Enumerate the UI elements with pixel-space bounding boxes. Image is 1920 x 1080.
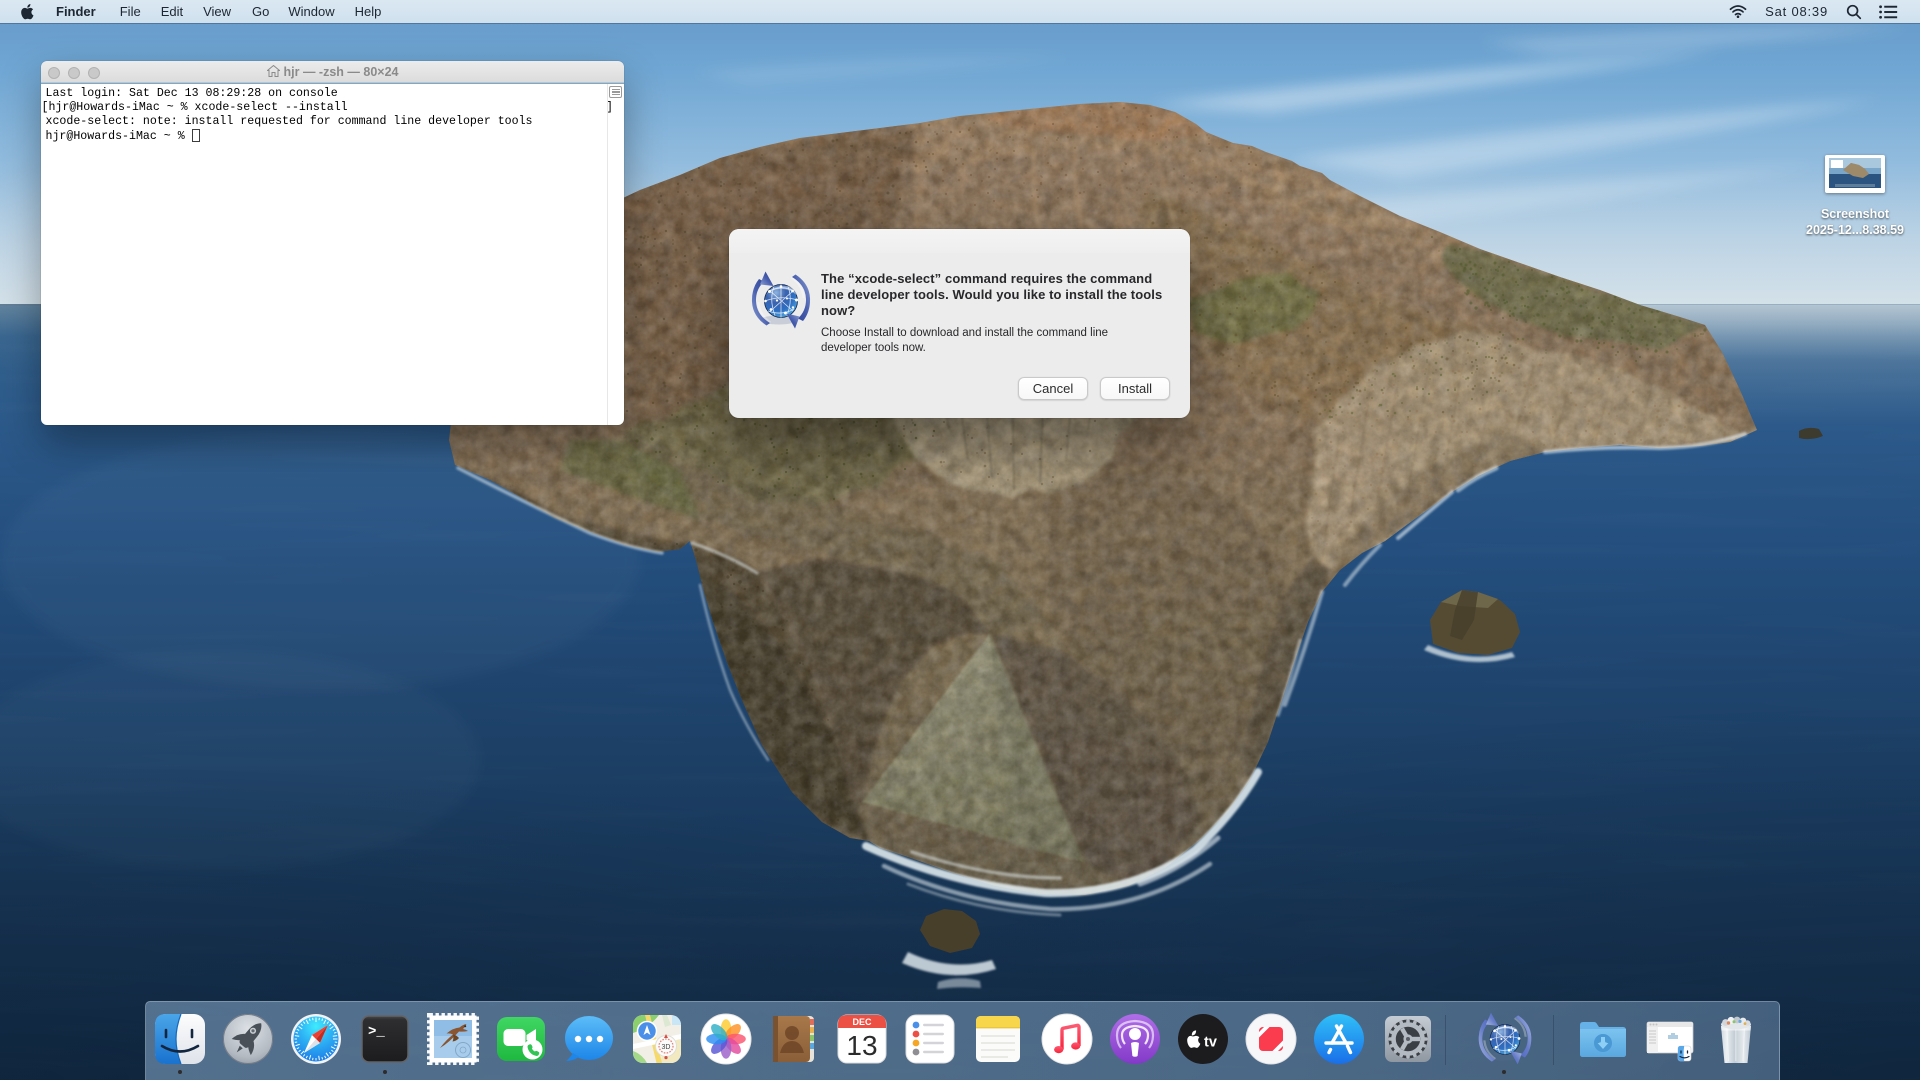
svg-text:>_: >_ <box>368 1024 385 1040</box>
svg-text:3D: 3D <box>662 1044 671 1051</box>
svg-text:DEC: DEC <box>852 1017 872 1027</box>
svg-text:13: 13 <box>846 1030 877 1061</box>
svg-text:tv: tv <box>1204 1035 1217 1051</box>
